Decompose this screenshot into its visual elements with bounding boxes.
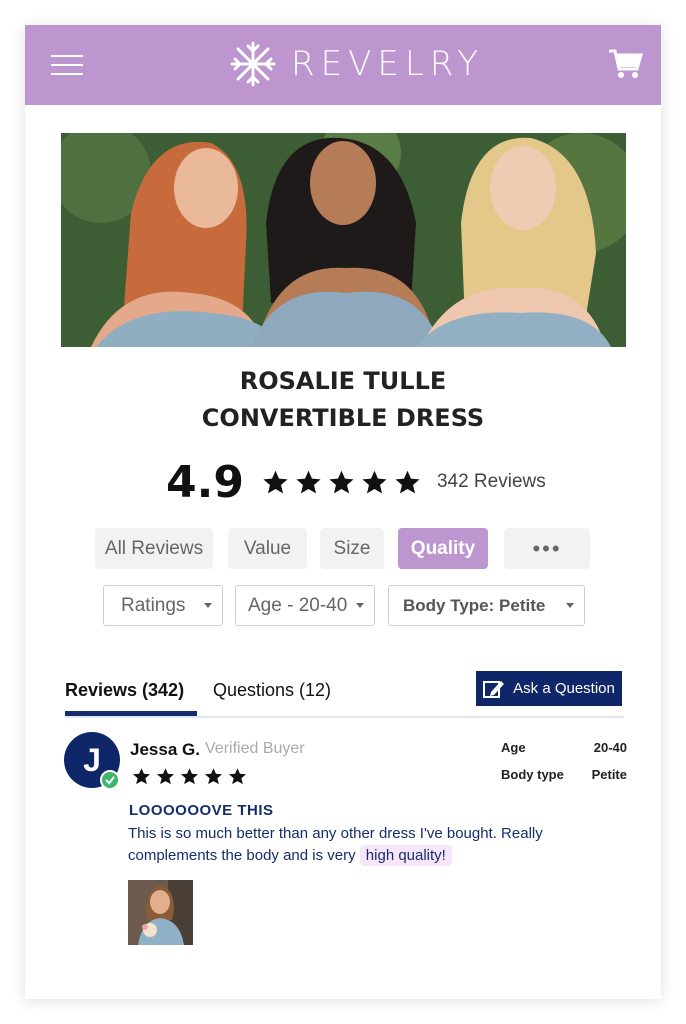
star-icon bbox=[229, 768, 246, 785]
ask-question-button[interactable]: Ask a Question bbox=[476, 671, 622, 706]
star-icon bbox=[205, 768, 222, 785]
reviewer-name: Jessa G. bbox=[130, 740, 200, 759]
age-dropdown[interactable]: Age - 20-40 bbox=[235, 585, 375, 626]
review-title: LOOOOOOVE THIS bbox=[129, 802, 274, 819]
review-body-text: This is so much better than any other dr… bbox=[128, 825, 543, 864]
review-count[interactable]: 342 Reviews bbox=[437, 471, 546, 493]
review-stars bbox=[132, 767, 247, 786]
product-title: ROSALIE TULLE CONVERTIBLE DRESS bbox=[25, 363, 661, 437]
review-highlight: high quality! bbox=[359, 845, 452, 866]
ratings-dropdown[interactable]: Ratings bbox=[103, 585, 223, 626]
verified-check-icon bbox=[100, 770, 120, 790]
chevron-down-icon bbox=[566, 603, 574, 608]
star-icon bbox=[329, 470, 354, 493]
tab-reviews[interactable]: Reviews (342) bbox=[65, 680, 184, 701]
body-type-dropdown-label: Body Type: Petite bbox=[403, 595, 546, 615]
age-label: Age bbox=[501, 740, 526, 755]
cart-icon[interactable] bbox=[607, 45, 643, 81]
star-icon bbox=[181, 768, 198, 785]
rating-stars bbox=[262, 469, 421, 496]
verified-buyer-label: Verified Buyer bbox=[205, 740, 305, 757]
avatar-initial: J bbox=[83, 741, 101, 778]
rating-summary: 4.9 342 Reviews bbox=[166, 456, 546, 508]
review-card: REVELRY ROSALIE TULLE CONVERTIBLE DRESS bbox=[25, 25, 661, 999]
snowflake-logo-icon bbox=[230, 41, 276, 87]
top-header: REVELRY bbox=[25, 25, 661, 105]
title-line-2: CONVERTIBLE DRESS bbox=[201, 404, 485, 432]
body-type-label: Body type bbox=[501, 767, 564, 782]
filter-value[interactable]: Value bbox=[228, 528, 307, 569]
review-photo-thumbnail[interactable] bbox=[128, 880, 193, 945]
filter-size[interactable]: Size bbox=[320, 528, 384, 569]
ratings-dropdown-label: Ratings bbox=[121, 594, 186, 616]
product-photo bbox=[61, 133, 626, 347]
ask-question-label: Ask a Question bbox=[513, 680, 615, 697]
star-icon bbox=[296, 470, 321, 493]
brand-logo[interactable]: REVELRY bbox=[229, 39, 484, 89]
star-icon bbox=[263, 470, 288, 493]
age-value: 20-40 bbox=[593, 740, 627, 755]
star-icon bbox=[133, 768, 150, 785]
title-line-1: ROSALIE TULLE bbox=[239, 367, 447, 395]
body-type-dropdown[interactable]: Body Type: Petite bbox=[388, 585, 585, 626]
star-icon bbox=[395, 470, 420, 493]
age-dropdown-label: Age - 20-40 bbox=[248, 594, 348, 616]
more-filters-button[interactable]: ••• bbox=[504, 528, 590, 569]
brand-name: REVELRY bbox=[291, 44, 485, 84]
edit-icon bbox=[483, 680, 505, 698]
filter-quality[interactable]: Quality bbox=[398, 528, 488, 569]
filter-all-reviews[interactable]: All Reviews bbox=[95, 528, 213, 569]
review-body: This is so much better than any other dr… bbox=[128, 823, 588, 867]
star-icon bbox=[362, 470, 387, 493]
rating-score: 4.9 bbox=[166, 456, 244, 508]
chevron-down-icon bbox=[204, 603, 212, 608]
body-type-value: Petite bbox=[591, 767, 627, 782]
chevron-down-icon bbox=[356, 603, 364, 608]
hamburger-icon[interactable] bbox=[51, 55, 83, 77]
tab-questions[interactable]: Questions (12) bbox=[213, 680, 331, 701]
star-icon bbox=[157, 768, 174, 785]
tab-divider bbox=[65, 716, 624, 718]
